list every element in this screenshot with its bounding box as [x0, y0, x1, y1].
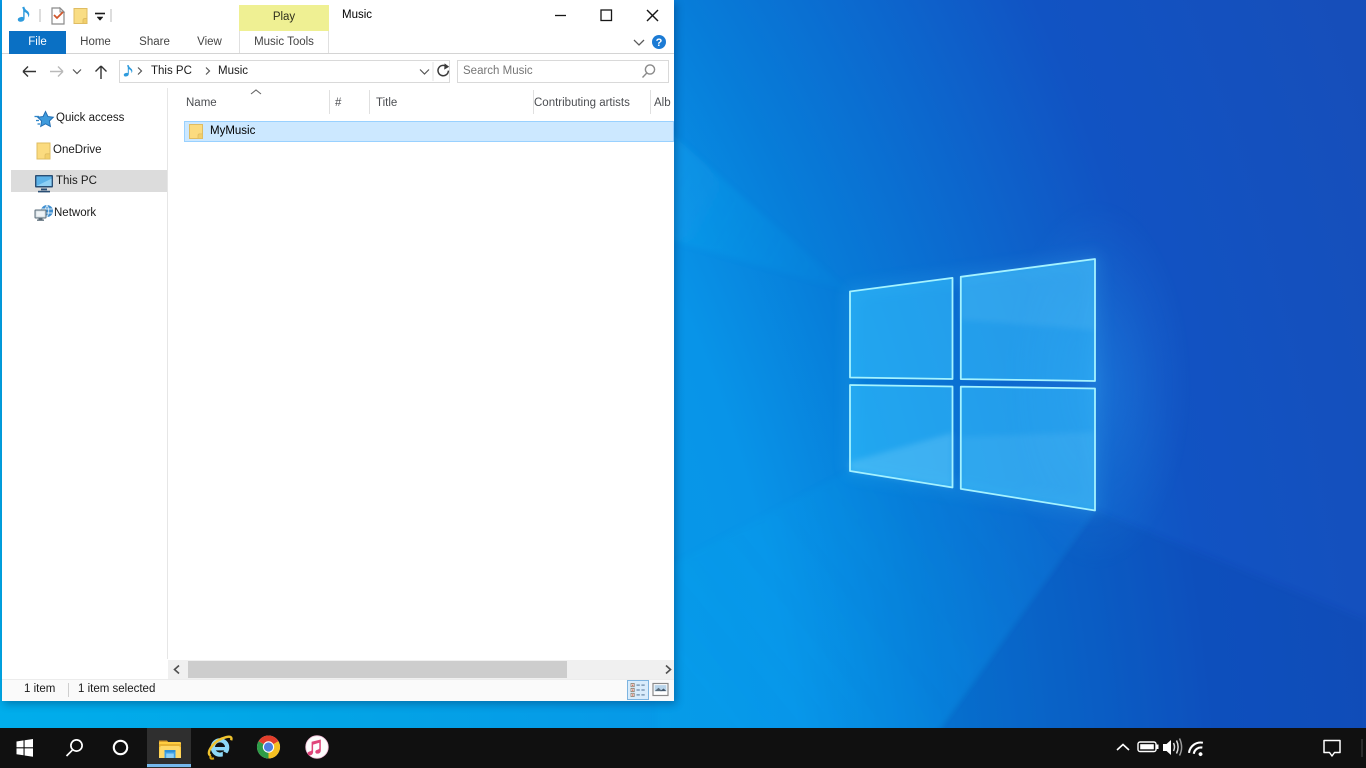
svg-text:?: ?	[656, 37, 663, 49]
